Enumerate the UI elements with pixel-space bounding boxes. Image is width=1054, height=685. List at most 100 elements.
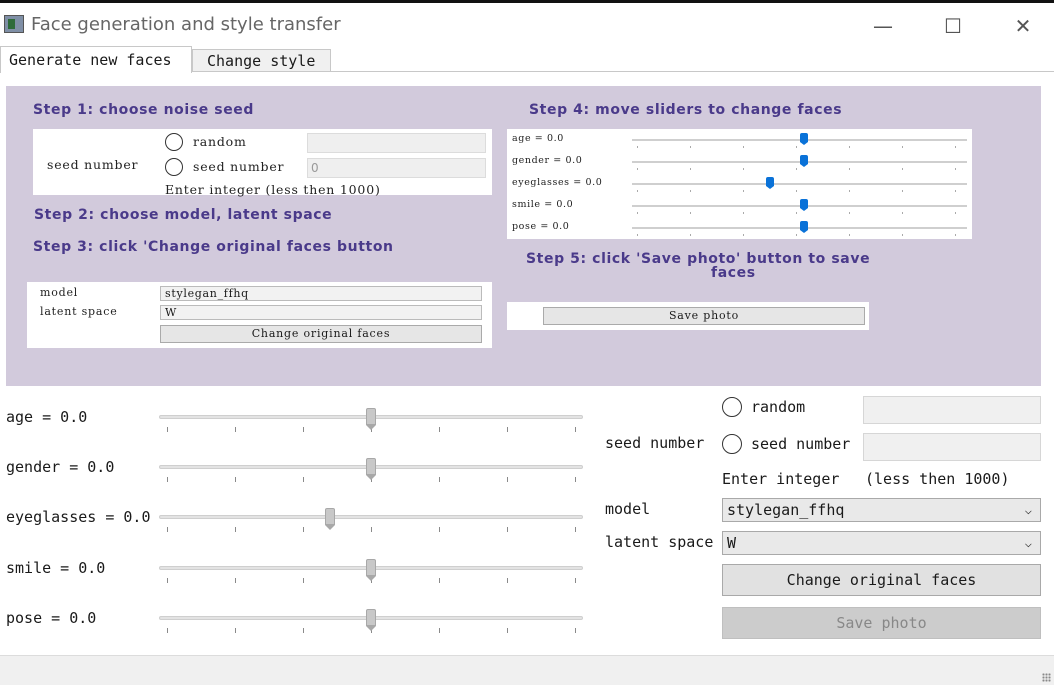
slider-label: eyeglasses = 0.0 xyxy=(6,508,151,526)
slider-tick xyxy=(507,427,508,432)
slider-tick xyxy=(439,527,440,532)
guide-seed-field: 0 xyxy=(307,158,486,178)
guide-step-4: Step 4: move sliders to change faces xyxy=(529,102,843,118)
slider-label: gender = 0.0 xyxy=(6,458,115,476)
guide-slider-tick xyxy=(690,168,691,170)
guide-model-combo: stylegan_ffhq xyxy=(160,286,482,301)
guide-slider-tick xyxy=(637,190,638,192)
guide-slider-tick xyxy=(849,212,850,214)
tab-change-style[interactable]: Change style xyxy=(192,49,331,72)
guide-slider-tick xyxy=(796,234,797,236)
guide-sliders-box: age = 0.0 gender = 0.0 eyeglasses = 0.0 smi… xyxy=(507,129,972,239)
slider-handle[interactable] xyxy=(325,508,335,530)
guide-slider-label: age = 0.0 xyxy=(512,133,564,144)
guide-slider-tick xyxy=(743,212,744,214)
guide-slider-tick xyxy=(849,168,850,170)
latent-space-label: latent space xyxy=(605,533,714,551)
close-button[interactable]: ✕ xyxy=(998,7,1048,45)
hint-limit: (less then 1000) xyxy=(865,470,1010,488)
guide-slider-tick xyxy=(743,146,744,148)
guide-slider-handle xyxy=(800,133,808,145)
guide-slider-tick xyxy=(955,146,956,148)
slider-tick xyxy=(235,527,236,532)
slider-tick xyxy=(575,427,576,432)
slider-tick xyxy=(167,427,168,432)
instructions-guide-image: Step 1: choose noise seed Step 2: choose… xyxy=(6,86,1041,386)
slider-tick xyxy=(303,578,304,583)
guide-slider-tick xyxy=(902,168,903,170)
guide-radio-random xyxy=(165,133,183,151)
guide-slider-tick xyxy=(902,146,903,148)
guide-slider-tick xyxy=(690,234,691,236)
guide-slider-tick xyxy=(690,212,691,214)
slider-label: pose = 0.0 xyxy=(6,609,97,627)
guide-slider-tick xyxy=(637,168,638,170)
guide-step-1: Step 1: choose noise seed xyxy=(33,102,255,118)
slider-tick xyxy=(235,578,236,583)
slider-tick xyxy=(235,427,236,432)
guide-slider-tick xyxy=(796,146,797,148)
guide-slider-tick xyxy=(902,190,903,192)
guide-radio-random-label: random xyxy=(193,134,247,149)
slider-tick xyxy=(167,477,168,482)
slider-handle[interactable] xyxy=(366,408,376,430)
change-original-faces-button[interactable]: Change original faces xyxy=(722,564,1041,596)
slider-tick xyxy=(507,527,508,532)
guide-step-2: Step 2: choose model, latent space xyxy=(34,207,333,223)
guide-latent-label: latent space xyxy=(40,305,118,318)
guide-random-field xyxy=(307,133,486,153)
guide-model-label: model xyxy=(40,286,79,299)
guide-slider-tick xyxy=(849,234,850,236)
guide-slider-tick xyxy=(955,212,956,214)
guide-seed-label: seed number xyxy=(47,157,139,172)
guide-step-5: Step 5: click 'Save photo' button to sav… xyxy=(526,251,871,267)
guide-slider-tick xyxy=(637,212,638,214)
guide-slider-tick xyxy=(637,146,638,148)
guide-slider-tick xyxy=(743,234,744,236)
resize-grip-icon[interactable] xyxy=(1042,673,1051,682)
slider-tick xyxy=(507,578,508,583)
latent-space-select-value: W xyxy=(727,534,737,552)
random-field[interactable] xyxy=(863,396,1041,424)
guide-slider-tick xyxy=(743,190,744,192)
guide-slider-tick xyxy=(849,146,850,148)
model-select[interactable]: stylegan_ffhq ⌵ xyxy=(722,498,1041,522)
guide-slider-tick xyxy=(796,168,797,170)
window-title: Face generation and style transfer xyxy=(31,14,341,35)
guide-radio-seed xyxy=(165,158,183,176)
model-label: model xyxy=(605,500,651,518)
seed-number-radio[interactable] xyxy=(722,434,742,454)
minimize-button[interactable]: — xyxy=(858,7,908,45)
slider-tick xyxy=(371,527,372,532)
guide-slider-track xyxy=(632,183,967,185)
slider-handle[interactable] xyxy=(366,458,376,480)
seed-number-radio-label[interactable]: seed number xyxy=(751,435,850,453)
save-photo-button[interactable]: Save photo xyxy=(722,607,1041,639)
random-radio-label[interactable]: random xyxy=(751,398,805,416)
slider-track[interactable] xyxy=(159,515,583,519)
guide-slider-label: gender = 0.0 xyxy=(512,155,583,166)
guide-latent-combo: W xyxy=(160,305,482,320)
guide-slider-tick xyxy=(690,146,691,148)
guide-slider-tick xyxy=(743,168,744,170)
slider-tick xyxy=(575,628,576,633)
guide-slider-label: eyeglasses = 0.0 xyxy=(512,177,603,188)
guide-slider-tick xyxy=(637,234,638,236)
guide-step-3: Step 3: click 'Change original faces but… xyxy=(33,239,394,255)
tab-generate-new-faces[interactable]: Generate new faces xyxy=(0,46,192,73)
seed-number-field[interactable] xyxy=(863,433,1041,461)
latent-space-select[interactable]: W ⌵ xyxy=(722,531,1041,555)
slider-handle[interactable] xyxy=(366,609,376,631)
random-radio[interactable] xyxy=(722,397,742,417)
slider-tick xyxy=(575,527,576,532)
guide-slider-handle xyxy=(800,155,808,167)
tab-bar: Generate new faces Change style xyxy=(0,46,1054,73)
status-bar xyxy=(0,655,1054,685)
slider-handle[interactable] xyxy=(366,559,376,581)
slider-tick xyxy=(235,477,236,482)
guide-slider-tick xyxy=(796,190,797,192)
chevron-down-icon: ⌵ xyxy=(1024,536,1032,550)
guide-slider-tick xyxy=(690,190,691,192)
slider-tick xyxy=(167,578,168,583)
maximize-button[interactable]: ☐ xyxy=(928,7,978,45)
